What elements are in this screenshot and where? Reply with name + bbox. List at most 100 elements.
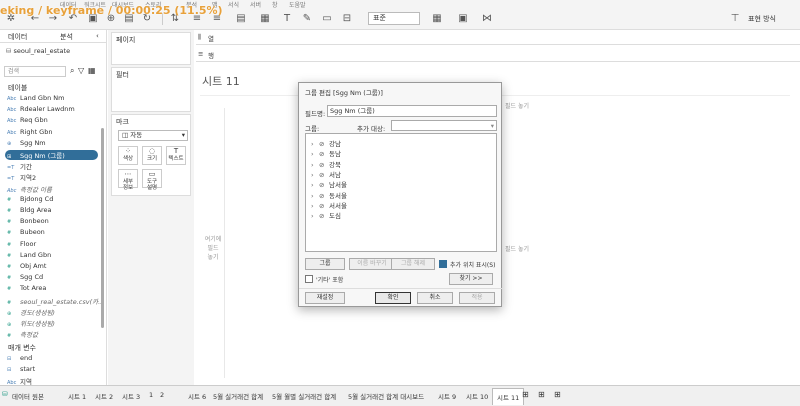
drop-zone-columns[interactable]: 필드 놓기 [505,101,529,110]
mark-type-select[interactable]: ◫ 자동 ▾ [118,130,188,141]
expand-chevron-icon[interactable]: › [311,140,319,148]
parameter-item[interactable]: ⊟ start [7,365,35,375]
field-item[interactable]: # Obj Amt [7,262,46,272]
include-other-checkbox[interactable] [305,275,313,283]
tab-data[interactable]: 데이터 [8,32,27,42]
field-item[interactable]: ⊞ Sgg Nm (그룹) [5,150,98,160]
drop-zone-body[interactable]: 필드 놓기 [505,244,529,253]
fix-axes-icon[interactable]: ⊟ [340,12,354,26]
datasource-item[interactable]: ⛁ seoul_real_estate [6,47,70,55]
field-item[interactable]: Abc Right Gbn [7,128,52,138]
label-icon[interactable]: T [280,12,294,26]
sheet-tab[interactable]: 시트 2 [93,390,115,402]
field-item[interactable]: Abc Rdealer Lawdnm [7,105,75,115]
fit-select[interactable]: 표준 [368,12,420,25]
expand-chevron-icon[interactable]: › [311,202,319,210]
menu-format[interactable]: 서식 [228,0,239,9]
filters-card[interactable]: 필터 [111,67,191,112]
filter-icon[interactable]: ▽ [78,66,84,75]
group-member-item[interactable]: › ⊘ 남서울 [311,179,347,189]
presentation-button[interactable]: 표현 방식 [748,14,776,24]
group-member-item[interactable]: › ⊘ 서남 [311,169,341,179]
search-icon[interactable]: ⌕ [70,66,74,76]
menu-help[interactable]: 도움말 [289,0,306,9]
group-member-item[interactable]: › ⊘ 동남 [311,148,341,158]
group-icon[interactable]: ▦ [258,12,272,26]
field-item[interactable]: # Tot Area [7,284,46,294]
group-member-item[interactable]: › ⊘ 서서울 [311,200,347,210]
field-item[interactable]: # seoul_real_estate.csv(카... [7,296,104,306]
datasource-tab[interactable]: 데이터 원본 [10,390,46,402]
field-item[interactable]: # Bldg Area [7,206,52,216]
ungroup-button[interactable]: 그룹 해제 [391,258,435,270]
tooltip-icon[interactable]: ▦ [430,12,444,26]
sheet-tab[interactable]: 시트 3 [120,390,142,402]
view-options-icon[interactable]: ▦ [88,66,96,75]
sheet-tab[interactable]: 시트 10 [464,390,490,402]
search-input[interactable]: 검색 [4,66,66,77]
expand-chevron-icon[interactable]: › [311,212,319,220]
group-member-item[interactable]: › ⊘ 강남 [311,138,341,148]
field-item[interactable]: # Floor [7,240,36,250]
sheet-tab[interactable]: 2 [158,390,166,400]
add-to-select[interactable]: ▾ [391,120,497,131]
expand-chevron-icon[interactable]: › [311,181,319,189]
rows-shelf[interactable]: ≡ 행 [196,46,800,62]
field-name-input[interactable]: Sgg Nm (그룹) [327,105,497,117]
columns-shelf[interactable]: ⫼ 열 [196,30,800,45]
field-item[interactable]: ⊕ 위도(생성됨) [7,318,55,328]
sheet-tab[interactable]: 시트 6 [186,390,208,402]
group-member-item[interactable]: › ⊘ 동서울 [311,190,347,200]
menu-server[interactable]: 서버 [250,0,261,9]
field-item[interactable]: # Bonbeon [7,217,49,227]
mark-button[interactable]: ◌ 크기 [142,146,162,165]
show-me-icon[interactable]: ⊤ [728,12,742,26]
tab-analysis[interactable]: 분석 [60,32,73,42]
mark-button[interactable]: ⋯ 세부 정보 [118,169,138,191]
pages-card[interactable]: 페이지 [111,32,191,65]
reset-button[interactable]: 재설정 [305,292,345,304]
field-item[interactable]: ⊕ Sgg Nm [7,139,46,149]
sheet-tab[interactable]: 5월 월별 실거래건 합계 [270,390,338,402]
sheet-tab[interactable]: 시트 1 [66,390,88,402]
collapse-pane-icon[interactable]: ‹ [96,32,99,40]
find-button[interactable]: 찾기 >> [449,273,493,285]
field-item[interactable]: =T 기간 [7,161,32,171]
drop-zone-rows[interactable]: 여기에 필드 놓기 [202,234,224,261]
expand-chevron-icon[interactable]: › [311,192,319,200]
annotate-icon[interactable]: ▭ [320,12,334,26]
cancel-button[interactable]: 취소 [417,292,453,304]
highlight-icon[interactable]: ▤ [234,12,248,26]
group-member-item[interactable]: › ⊘ 도심 [311,210,341,220]
ok-button[interactable]: 확인 [375,292,411,304]
parameter-item[interactable]: ⊟ end [7,354,32,364]
field-item[interactable]: # Sgg Cd [7,273,43,283]
sheet-tab[interactable]: 시트 9 [436,390,458,402]
sheet-tab[interactable]: 시트 11 [492,388,525,405]
pin-icon[interactable]: ✎ [300,12,314,26]
sheet-tab[interactable]: 5월 실거래건 합계 [211,390,265,402]
mark-button[interactable]: ▭ 도구 설명 [142,169,162,191]
field-item[interactable]: # Bubeon [7,228,45,238]
expand-chevron-icon[interactable]: › [311,150,319,158]
field-item[interactable]: ⊕ 경도(생성됨) [7,307,55,317]
field-item[interactable]: Abc 측정값 이름 [7,184,52,194]
show-added-checkbox[interactable] [439,260,447,268]
group-member-item[interactable]: › ⊘ 강북 [311,159,341,169]
apply-button[interactable]: 적용 [459,292,495,304]
mark-button[interactable]: T 텍스트 [166,146,186,165]
field-item[interactable]: Abc Land Gbn Nm [7,94,64,104]
sheet-tab[interactable]: 5월 실거래건 합계 대시보드 [346,390,426,402]
field-item[interactable]: =T 지역2 [7,172,36,182]
expand-chevron-icon[interactable]: › [311,161,319,169]
menu-window[interactable]: 창 [272,0,278,9]
field-item[interactable]: # 측정값 [7,329,38,339]
new-story-icon[interactable]: ⊞ [554,390,561,399]
field-item[interactable]: # Bjdong Cd [7,195,53,205]
share-icon[interactable]: ⋈ [480,12,494,26]
new-worksheet-icon[interactable]: ⊞ [522,390,529,399]
sheet-tab[interactable]: 1 [147,390,155,400]
group-button[interactable]: 그룹 [305,258,345,270]
scrollbar[interactable] [101,128,104,328]
rename-button[interactable]: 이름 바꾸기 [349,258,395,270]
